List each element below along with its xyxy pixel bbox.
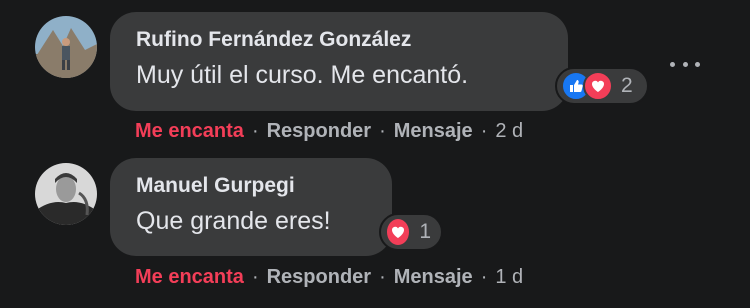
comment-text: Muy útil el curso. Me encantó. — [136, 61, 469, 89]
love-icon — [385, 217, 412, 247]
separator: · — [379, 266, 386, 288]
reaction-count: 2 — [621, 74, 633, 97]
comment-author[interactable]: Rufino Fernández González — [136, 28, 542, 52]
more-options-button[interactable] — [670, 56, 700, 72]
reply-link[interactable]: Responder — [267, 120, 371, 143]
separator: · — [480, 120, 488, 142]
comment-bubble: Rufino Fernández González Muy útil el cu… — [110, 12, 568, 111]
comment-actions: Me encanta · Responder · Mensaje · 2 d — [135, 120, 523, 143]
separator: · — [251, 120, 259, 142]
timestamp[interactable]: 2 d — [495, 120, 523, 143]
avatar[interactable] — [35, 163, 97, 225]
message-link[interactable]: Mensaje — [394, 266, 473, 289]
love-reaction-link[interactable]: Me encanta — [135, 120, 244, 143]
love-reaction-link[interactable]: Me encanta — [135, 266, 244, 289]
separator: · — [379, 120, 386, 142]
comment-actions: Me encanta · Responder · Mensaje · 1 d — [135, 266, 523, 289]
message-link[interactable]: Mensaje — [394, 120, 473, 143]
reaction-summary[interactable]: 2 — [555, 67, 649, 105]
avatar[interactable] — [35, 16, 97, 78]
dot — [670, 61, 675, 67]
reaction-count: 1 — [419, 220, 431, 243]
dot — [682, 61, 688, 67]
reply-link[interactable]: Responder — [267, 266, 371, 289]
comment-text: Que grande eres! — [136, 207, 331, 235]
separator: · — [251, 266, 259, 288]
comment-author[interactable]: Manuel Gurpegi — [136, 174, 366, 198]
love-icon — [583, 71, 613, 101]
timestamp[interactable]: 1 d — [495, 266, 523, 289]
separator: · — [480, 266, 488, 288]
dot — [695, 61, 700, 67]
comment-bubble: Manuel Gurpegi Que grande eres! — [110, 158, 392, 256]
reaction-summary[interactable]: 1 — [379, 213, 443, 251]
